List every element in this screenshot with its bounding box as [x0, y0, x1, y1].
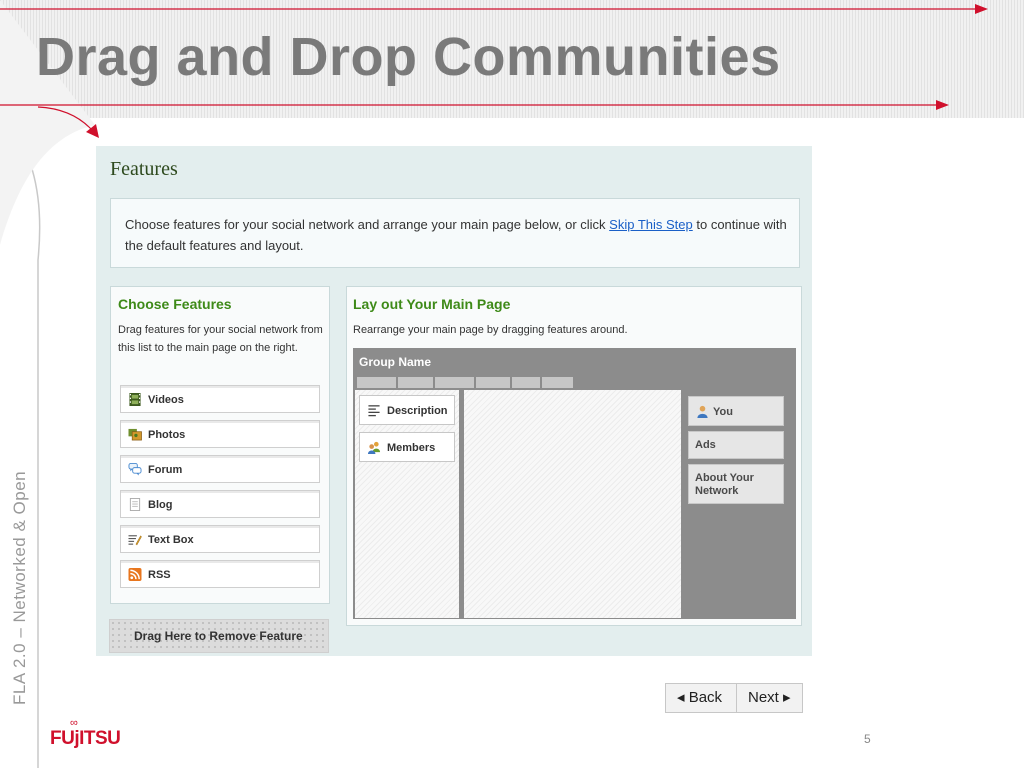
- intro-box: Choose features for your social network …: [110, 198, 800, 268]
- layout-item-description[interactable]: Description: [359, 395, 455, 425]
- preview-tab: [476, 377, 510, 388]
- preview-tab: [398, 377, 433, 388]
- feature-photos-label: Photos: [148, 429, 186, 441]
- film-icon: [129, 393, 141, 406]
- layout-description: Rearrange your main page by dragging fea…: [353, 324, 628, 336]
- skip-this-step-link[interactable]: Skip This Step: [609, 217, 693, 232]
- page-icon: [129, 498, 141, 511]
- preview-tab: [357, 377, 396, 388]
- feature-text-box[interactable]: Text Box: [120, 525, 320, 553]
- photos-icon: [128, 428, 142, 441]
- feature-forum[interactable]: Forum: [120, 455, 320, 483]
- layout-item-about-network[interactable]: About Your Network: [688, 464, 784, 504]
- preview-tab: [542, 377, 573, 388]
- features-title: Features: [110, 158, 178, 180]
- feature-photos[interactable]: Photos: [120, 420, 320, 448]
- layout-item-you[interactable]: You: [688, 396, 784, 426]
- intro-text-before: Choose features for your social network …: [125, 217, 610, 232]
- layout-item-ads-label: Ads: [695, 439, 716, 451]
- infinity-mark: ∞: [70, 717, 78, 729]
- remove-feature-dropzone[interactable]: Drag Here to Remove Feature: [109, 619, 329, 653]
- layout-item-members[interactable]: Members: [359, 432, 455, 462]
- feature-text-box-label: Text Box: [148, 534, 194, 546]
- next-button[interactable]: Next ▸: [748, 684, 791, 712]
- text-pencil-icon: [128, 535, 142, 546]
- layout-item-description-label: Description: [387, 405, 448, 417]
- feature-rss-label: RSS: [148, 569, 171, 581]
- slide-title: Drag and Drop Communities: [36, 27, 781, 87]
- feature-videos-label: Videos: [148, 394, 184, 406]
- back-button[interactable]: ◂ Back: [677, 684, 722, 712]
- people-icon: [367, 441, 381, 454]
- layout-item-about-network-label: About Your Network: [695, 472, 754, 497]
- layout-item-members-label: Members: [387, 442, 436, 454]
- person-icon: [697, 405, 708, 418]
- speech-bubbles-icon: [128, 463, 142, 476]
- feature-blog[interactable]: Blog: [120, 490, 320, 518]
- feature-videos[interactable]: Videos: [120, 385, 320, 413]
- choose-features-description: Drag features for your social network fr…: [118, 324, 323, 354]
- feature-rss[interactable]: RSS: [120, 560, 320, 588]
- layout-item-you-label: You: [713, 406, 733, 418]
- feature-blog-label: Blog: [148, 499, 173, 511]
- side-caption: FLA 2.0 – Networked & Open: [10, 470, 29, 705]
- center-column-dropzone[interactable]: [464, 390, 681, 618]
- fujitsu-logo: ∞ FUjITSU: [50, 717, 121, 750]
- features-panel: Features Choose features for your social…: [96, 146, 812, 656]
- intro-text: Choose features for your social network …: [125, 214, 790, 256]
- lines-icon: [368, 405, 380, 417]
- preview-tab: [435, 377, 474, 388]
- preview-tab: [512, 377, 540, 388]
- choose-features-box: Choose Features Drag features for your s…: [110, 286, 330, 604]
- layout-title: Lay out Your Main Page: [353, 296, 511, 312]
- left-column-dropzone[interactable]: Description Members: [355, 390, 459, 618]
- logo-text: FUjITSU: [50, 728, 121, 749]
- feature-forum-label: Forum: [148, 464, 183, 476]
- main-page-preview: Group Name Description Members You Ads A…: [353, 348, 796, 619]
- group-name: Group Name: [359, 355, 432, 369]
- layout-item-ads[interactable]: Ads: [688, 431, 784, 459]
- right-column-dropzone[interactable]: You Ads About Your Network: [686, 390, 796, 618]
- nav-divider: [736, 684, 737, 712]
- layout-box: Lay out Your Main Page Rearrange your ma…: [346, 286, 802, 626]
- rss-icon: [128, 568, 142, 581]
- remove-feature-label: Drag Here to Remove Feature: [134, 629, 303, 643]
- slide-number: 5: [864, 732, 871, 746]
- wizard-nav: ◂ Back Next ▸: [665, 683, 803, 713]
- choose-features-title: Choose Features: [118, 296, 232, 312]
